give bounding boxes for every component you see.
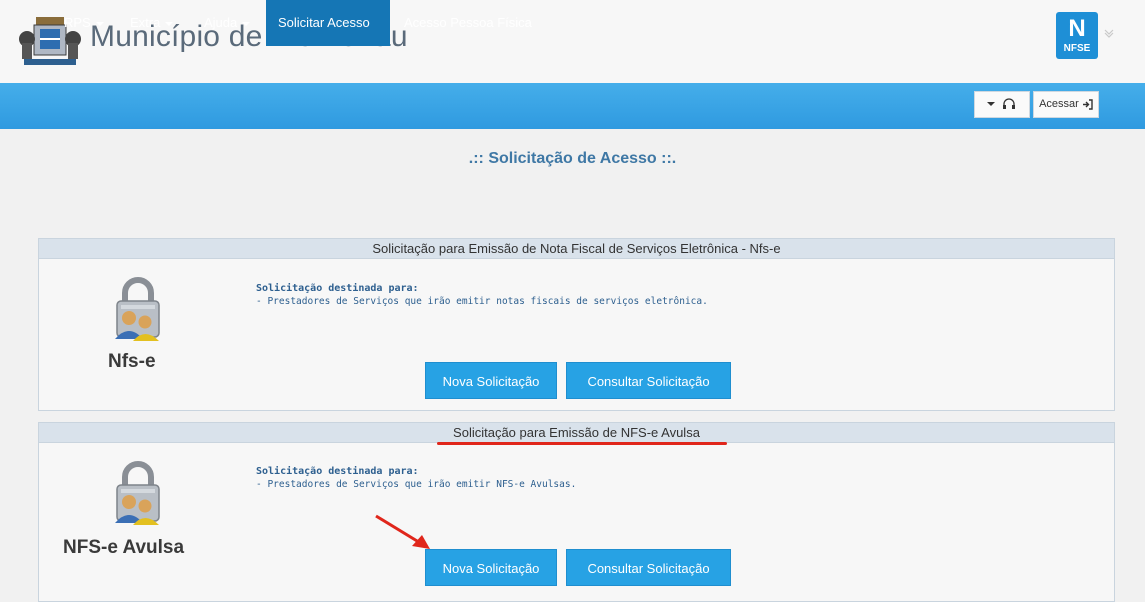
caret-down-icon [95,21,104,26]
login-button[interactable]: Acessar [1033,91,1099,118]
new-request-button[interactable]: Nova Solicitação [425,549,557,586]
headset-icon [1003,98,1016,110]
panel-nfse-header: Solicitação para Emissão de Nota Fiscal … [39,239,1114,259]
nav-rps-label: RPS [64,15,91,30]
check-request-button[interactable]: Consultar Solicitação [566,549,731,586]
panel-nfse-avulsa-desc-title: Solicitação destinada para: [256,466,419,477]
lock-users-icon [115,461,160,525]
panel-nfse-desc-title: Solicitação destinada para: [256,283,419,294]
nav-solicitar-acesso-label: Solicitar Acesso [278,15,370,30]
annotation-arrow-icon [375,514,430,549]
nav-solicitar-acesso[interactable]: Solicitar Acesso [266,0,390,46]
new-request-button[interactable]: Nova Solicitação [425,362,557,399]
nfse-logo-text: NFSE [1063,43,1091,54]
nfse-logo-letter: N [1068,15,1086,42]
panel-nfse-name: Nfs-e [108,351,156,372]
lock-users-icon [115,277,160,341]
nav-extra[interactable]: Extra [118,0,185,46]
annotation-underline [437,442,727,445]
panel-nfse-avulsa-header: Solicitação para Emissão de NFS-e Avulsa [39,423,1114,443]
page-title: .:: Solicitação de Acesso ::. [468,150,677,167]
panel-nfse-desc-line: - Prestadores de Serviços que irão emiti… [256,296,708,307]
caret-down-icon [165,21,174,26]
nav-ajuda[interactable]: Ajuda [192,0,262,46]
panel-nfse-avulsa-desc-line: - Prestadores de Serviços que irão emiti… [256,479,577,490]
chevron-down-icon[interactable] [1103,27,1115,39]
login-label: Acessar [1039,98,1079,110]
nav-acesso-pessoa-fisica-label: Acesso Pessoa Física [404,15,532,30]
nav-rps[interactable]: RPS [52,0,116,46]
nfse-logo[interactable]: N NFSE [1056,12,1098,59]
caret-down-icon [242,21,251,26]
panel-nfse-avulsa-name: NFS-e Avulsa [63,537,185,558]
caret-down-icon [987,102,995,107]
support-dropdown[interactable] [974,91,1030,118]
nav-acesso-pessoa-fisica[interactable]: Acesso Pessoa Física [392,0,544,46]
nav-ajuda-label: Ajuda [204,15,238,30]
nav-extra-label: Extra [130,15,161,30]
sign-in-icon [1082,98,1093,110]
check-request-button[interactable]: Consultar Solicitação [566,362,731,399]
